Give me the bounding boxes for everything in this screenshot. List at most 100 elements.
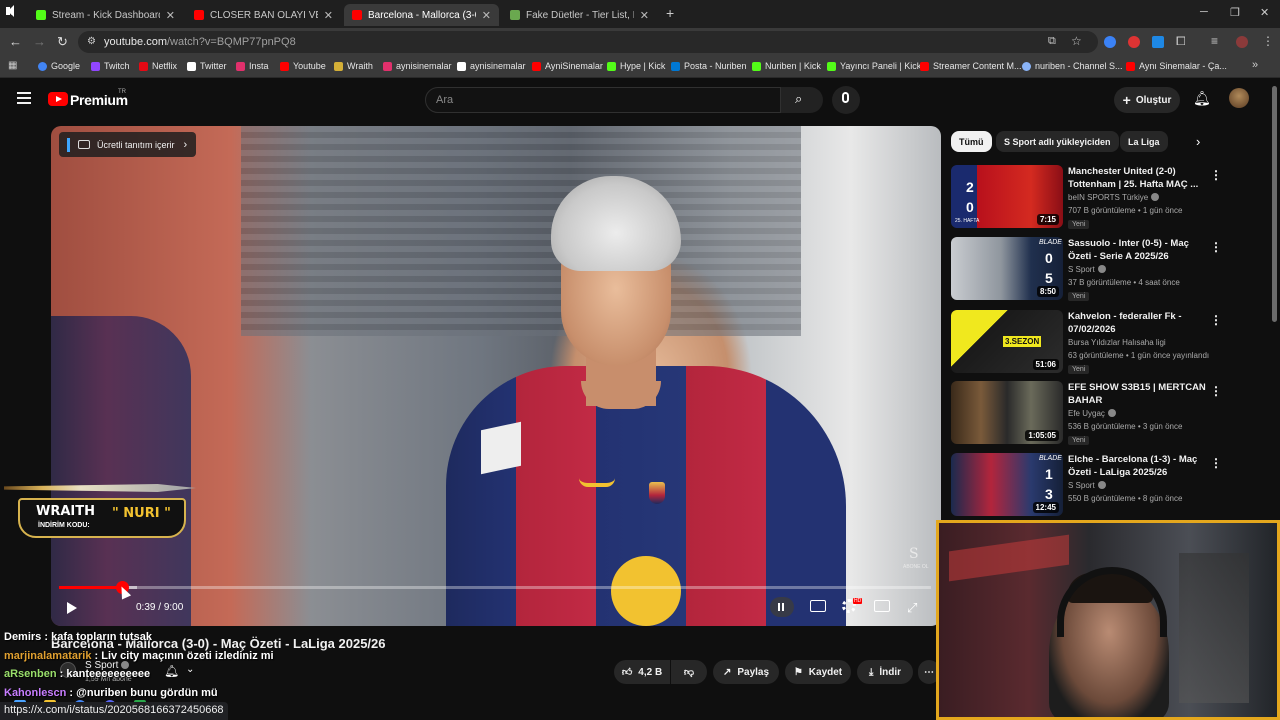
- channel-name[interactable]: S Sport: [1068, 265, 1106, 274]
- bookmark-item[interactable]: Netflix: [139, 61, 177, 71]
- video-title[interactable]: Manchester United (2-0) Tottenham | 25. …: [1068, 165, 1208, 191]
- cast-icon[interactable]: ⧉: [1048, 35, 1056, 48]
- video-title[interactable]: Elche - Barcelona (1-3) - Maç Özeti - La…: [1068, 453, 1208, 479]
- url-input[interactable]: ⚙ youtube.com/watch?v=BQMP77pnPQ8 ⧉ ☆: [78, 31, 1098, 53]
- fullscreen-icon[interactable]: ⤢: [907, 600, 917, 616]
- notifications-bell-icon[interactable]: 🔔︎: [1193, 90, 1211, 107]
- reading-list-icon[interactable]: ≡: [1211, 34, 1218, 48]
- bookmark-item[interactable]: aynisinemalar: [383, 61, 452, 71]
- progress-bar[interactable]: [59, 586, 931, 589]
- bookmark-item[interactable]: Twitch: [91, 61, 130, 71]
- theater-mode-button[interactable]: [874, 600, 890, 612]
- more-vert-icon[interactable]: ⋮: [1210, 168, 1222, 182]
- extension-icon[interactable]: [1104, 36, 1116, 48]
- bookmark-item[interactable]: Google: [38, 61, 80, 71]
- bookmark-item[interactable]: Twitter: [187, 61, 227, 71]
- create-button[interactable]: + Oluştur: [1114, 87, 1180, 113]
- save-button[interactable]: ⚑ Kaydet: [785, 660, 851, 684]
- video-title[interactable]: Kahvelon - federaller Fk - 07/02/2026: [1068, 310, 1208, 336]
- back-icon[interactable]: ←: [9, 34, 22, 49]
- bookmark-item[interactable]: Streamer Content M...: [920, 61, 1022, 71]
- more-vert-icon[interactable]: ⋮: [1210, 384, 1222, 398]
- maximize-icon[interactable]: ❐: [1230, 6, 1240, 19]
- share-button[interactable]: ↗ Paylaş: [713, 660, 779, 684]
- tab-fake-duetler[interactable]: Fake Düetler - Tier List, Kör Sıra ✕: [502, 4, 657, 26]
- paid-promotion-badge[interactable]: Ücretli tanıtım içerir ›: [59, 132, 196, 157]
- youtube-logo-icon[interactable]: [48, 92, 68, 106]
- like-button[interactable]: 👍︎ 4,2 B: [614, 660, 670, 684]
- bookmark-item[interactable]: Aynı Sinemalar - Ça...: [1126, 61, 1227, 71]
- tab-closer-ban[interactable]: CLOSER BAN OLAYI VE SONRA ✕: [186, 4, 341, 26]
- channel-name[interactable]: Bursa Yıldızlar Halısaha ligi: [1068, 338, 1166, 347]
- bookmark-item[interactable]: nuriben - Channel S...: [1022, 61, 1123, 71]
- bookmark-star-icon[interactable]: ☆: [1071, 34, 1082, 48]
- bookmark-item[interactable]: Posta - Nuriben: [671, 61, 747, 71]
- profile-icon[interactable]: [1236, 36, 1248, 48]
- bookmark-item[interactable]: Wraith: [334, 61, 373, 71]
- new-tab-icon[interactable]: +: [666, 5, 674, 21]
- more-bookmarks-icon[interactable]: »: [1252, 59, 1258, 71]
- recommended-video[interactable]: 1:05:05 EFE SHOW S3B15 | MERTCAN BAHAR E…: [951, 381, 1231, 447]
- chip-from-uploader[interactable]: S Sport adlı yükleyiciden: [996, 131, 1119, 152]
- search-button[interactable]: ⌕: [781, 87, 823, 113]
- chip-all[interactable]: Tümü: [951, 131, 992, 152]
- watermark-subscribe[interactable]: ABONE OL: [903, 564, 929, 570]
- video-thumbnail[interactable]: 1:05:05: [951, 381, 1063, 444]
- close-tab-icon[interactable]: ✕: [482, 9, 491, 22]
- autoplay-toggle[interactable]: [770, 597, 794, 617]
- search-input[interactable]: Ara: [425, 87, 781, 113]
- chevron-down-icon[interactable]: ⌄: [186, 664, 194, 675]
- close-tab-icon[interactable]: ✕: [640, 9, 649, 22]
- bookmark-item[interactable]: Hype | Kick: [607, 61, 665, 71]
- video-thumbnail[interactable]: BLADE 1 3 12:45: [951, 453, 1063, 516]
- bookmark-item[interactable]: aynisinemalar: [457, 61, 526, 71]
- apps-grid-icon[interactable]: ▦: [8, 60, 17, 71]
- tab-kick-dashboard[interactable]: Stream - Kick Dashboard ✕: [28, 4, 183, 26]
- video-player[interactable]: S ABONE OL: [51, 126, 941, 626]
- more-vert-icon[interactable]: ⋮: [1210, 240, 1222, 254]
- minimize-icon[interactable]: ─: [1200, 6, 1208, 18]
- chevron-right-icon[interactable]: ›: [1196, 134, 1200, 149]
- video-title[interactable]: EFE SHOW S3B15 | MERTCAN BAHAR: [1068, 381, 1208, 407]
- page-scrollbar[interactable]: [1272, 86, 1277, 322]
- bookmark-item[interactable]: Yayıncı Paneli | Kick: [827, 61, 921, 71]
- forward-icon[interactable]: →: [33, 34, 46, 49]
- video-title[interactable]: Sassuolo - Inter (0-5) - Maç Özeti - Ser…: [1068, 237, 1208, 263]
- bookmark-item[interactable]: AyniSinemalar: [532, 61, 603, 71]
- reload-icon[interactable]: ↻: [57, 34, 68, 50]
- extensions-puzzle-icon[interactable]: ⧠: [1176, 34, 1186, 49]
- video-thumbnail[interactable]: 2 0 25. HAFTA 7:15: [951, 165, 1063, 228]
- subtitles-button[interactable]: [810, 600, 826, 612]
- channel-watermark[interactable]: S: [909, 546, 919, 562]
- channel-name[interactable]: Efe Uygaç: [1068, 409, 1116, 418]
- browser-menu-icon[interactable]: ⋮: [1262, 34, 1274, 48]
- channel-name[interactable]: S Sport: [1068, 481, 1106, 490]
- voice-search-button[interactable]: [832, 86, 860, 114]
- chip-la-liga[interactable]: La Liga: [1120, 131, 1168, 152]
- download-button[interactable]: ⤓ İndir: [857, 660, 913, 684]
- dislike-button[interactable]: 👎︎: [671, 660, 707, 684]
- subscription-bell-icon[interactable]: 🔔︎: [164, 664, 179, 678]
- shield-icon[interactable]: [1152, 36, 1164, 48]
- bookmark-item[interactable]: Youtube: [280, 61, 326, 71]
- recommended-video[interactable]: 3.SEZON 51:06 Kahvelon - federaller Fk -…: [951, 310, 1231, 376]
- close-tab-icon[interactable]: ✕: [166, 9, 175, 22]
- close-tab-icon[interactable]: ✕: [324, 9, 333, 22]
- extension-icon[interactable]: [1128, 36, 1140, 48]
- hamburger-menu-icon[interactable]: [17, 92, 31, 107]
- channel-name[interactable]: beIN SPORTS Türkiye: [1068, 193, 1160, 202]
- close-window-icon[interactable]: ✕: [1260, 6, 1269, 19]
- bookmark-item[interactable]: Insta: [236, 61, 269, 71]
- account-avatar[interactable]: [1229, 88, 1249, 108]
- recommended-video[interactable]: BLADE 1 3 12:45 Elche - Barcelona (1-3) …: [951, 453, 1231, 519]
- recommended-video[interactable]: BLADE 0 5 8:50 Sassuolo - Inter (0-5) - …: [951, 237, 1231, 303]
- play-button[interactable]: [67, 602, 77, 614]
- recommended-video[interactable]: 2 0 25. HAFTA 7:15 Manchester United (2-…: [951, 165, 1231, 231]
- site-info-icon[interactable]: ⚙: [87, 36, 96, 47]
- more-vert-icon[interactable]: ⋮: [1210, 313, 1222, 327]
- video-thumbnail[interactable]: 3.SEZON 51:06: [951, 310, 1063, 373]
- more-vert-icon[interactable]: ⋮: [1210, 456, 1222, 470]
- tab-barcelona-mallorca[interactable]: Barcelona - Mallorca (3-0) - Ma ✕: [344, 4, 499, 26]
- video-thumbnail[interactable]: BLADE 0 5 8:50: [951, 237, 1063, 300]
- bookmark-item[interactable]: Nuriben | Kick: [752, 61, 821, 71]
